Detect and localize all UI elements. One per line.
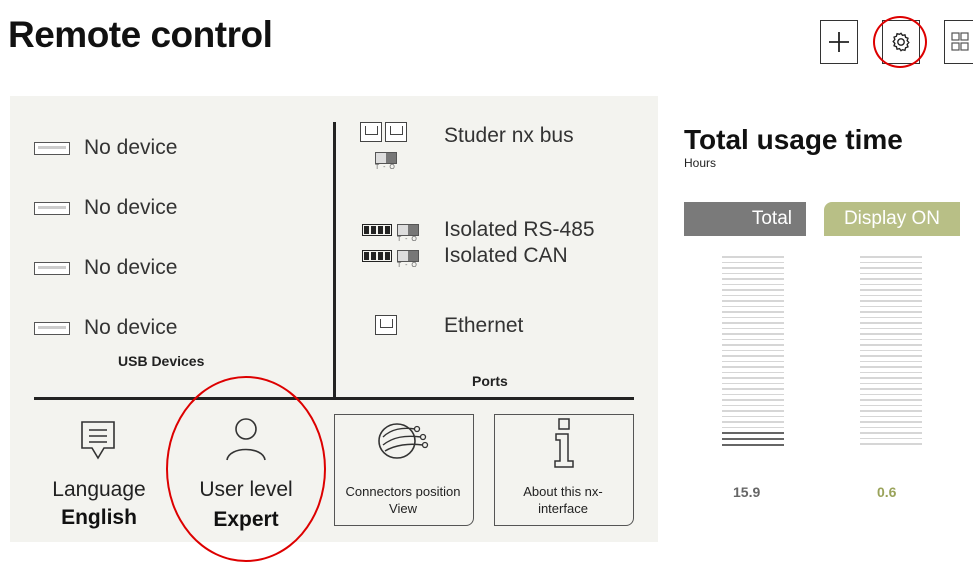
usb-device-4: No device <box>34 316 177 340</box>
speech-bubble-icon <box>81 421 115 460</box>
settings-highlight-circle <box>873 16 927 68</box>
info-icon <box>554 418 574 468</box>
display-on-usage-value: 0.6 <box>877 484 897 500</box>
termination-switch-icon <box>375 152 397 164</box>
rj45-port-icon <box>360 122 382 142</box>
usb-port-icon <box>34 201 70 215</box>
usb-device-label: No device <box>84 316 178 339</box>
rs485-connectors: T - O <box>362 224 419 243</box>
usb-device-label: No device <box>84 136 178 159</box>
ethernet-connector <box>375 315 397 335</box>
page-title: Remote control <box>8 14 273 55</box>
terminal-block-icon <box>362 250 392 262</box>
usb-section-label: USB Devices <box>118 353 205 369</box>
column-divider <box>333 122 336 400</box>
ports-section-label: Ports <box>472 373 508 389</box>
total-usage-value: 15.9 <box>733 484 761 500</box>
language-setting[interactable]: Language English <box>40 414 158 534</box>
port-isolated-can: Isolated CAN <box>444 244 568 267</box>
usb-port-icon <box>34 141 70 155</box>
display-on-header: Display ON <box>824 202 960 236</box>
usb-device-2: No device <box>34 196 177 220</box>
about-button[interactable]: About this nx-interface <box>494 414 634 526</box>
grid-view-button[interactable] <box>944 20 973 64</box>
connectors-icon <box>378 423 429 459</box>
terminal-block-icon <box>362 224 392 236</box>
termination-switch-icon <box>397 250 419 262</box>
section-divider <box>34 397 634 400</box>
language-label: Language <box>52 478 146 501</box>
can-connectors: T - O <box>362 250 419 269</box>
usb-device-label: No device <box>84 196 178 219</box>
studer-bus-connectors <box>360 122 407 142</box>
add-button[interactable] <box>820 20 858 64</box>
language-value: English <box>61 506 137 529</box>
usage-title: Total usage time <box>684 124 903 155</box>
usb-port-icon <box>34 261 70 275</box>
plus-icon <box>829 32 849 52</box>
termination-switch-icon <box>397 224 419 236</box>
usb-device-label: No device <box>84 256 178 279</box>
port-ethernet: Ethernet <box>444 314 524 337</box>
ethernet-port-icon <box>375 315 397 335</box>
about-label: About this nx-interface <box>523 484 603 516</box>
total-header: Total <box>684 202 806 236</box>
connectors-position-view-button[interactable]: Connectors position View <box>334 414 474 526</box>
port-isolated-rs485: Isolated RS-485 <box>444 218 595 241</box>
port-studer-nx-bus: Studer nx bus <box>444 124 574 147</box>
rj45-port-icon <box>385 122 407 142</box>
usb-port-icon <box>34 321 70 335</box>
connectors-label: Connectors position View <box>345 484 461 516</box>
display-on-usage-bar <box>860 256 922 445</box>
usage-unit: Hours <box>684 156 717 170</box>
user-level-highlight-circle <box>166 376 326 562</box>
total-usage-bar <box>722 256 784 446</box>
grid-icon <box>951 32 969 51</box>
usb-device-3: No device <box>34 256 177 280</box>
studer-bus-termination: T - O <box>375 152 397 171</box>
usb-device-1: No device <box>34 136 177 160</box>
